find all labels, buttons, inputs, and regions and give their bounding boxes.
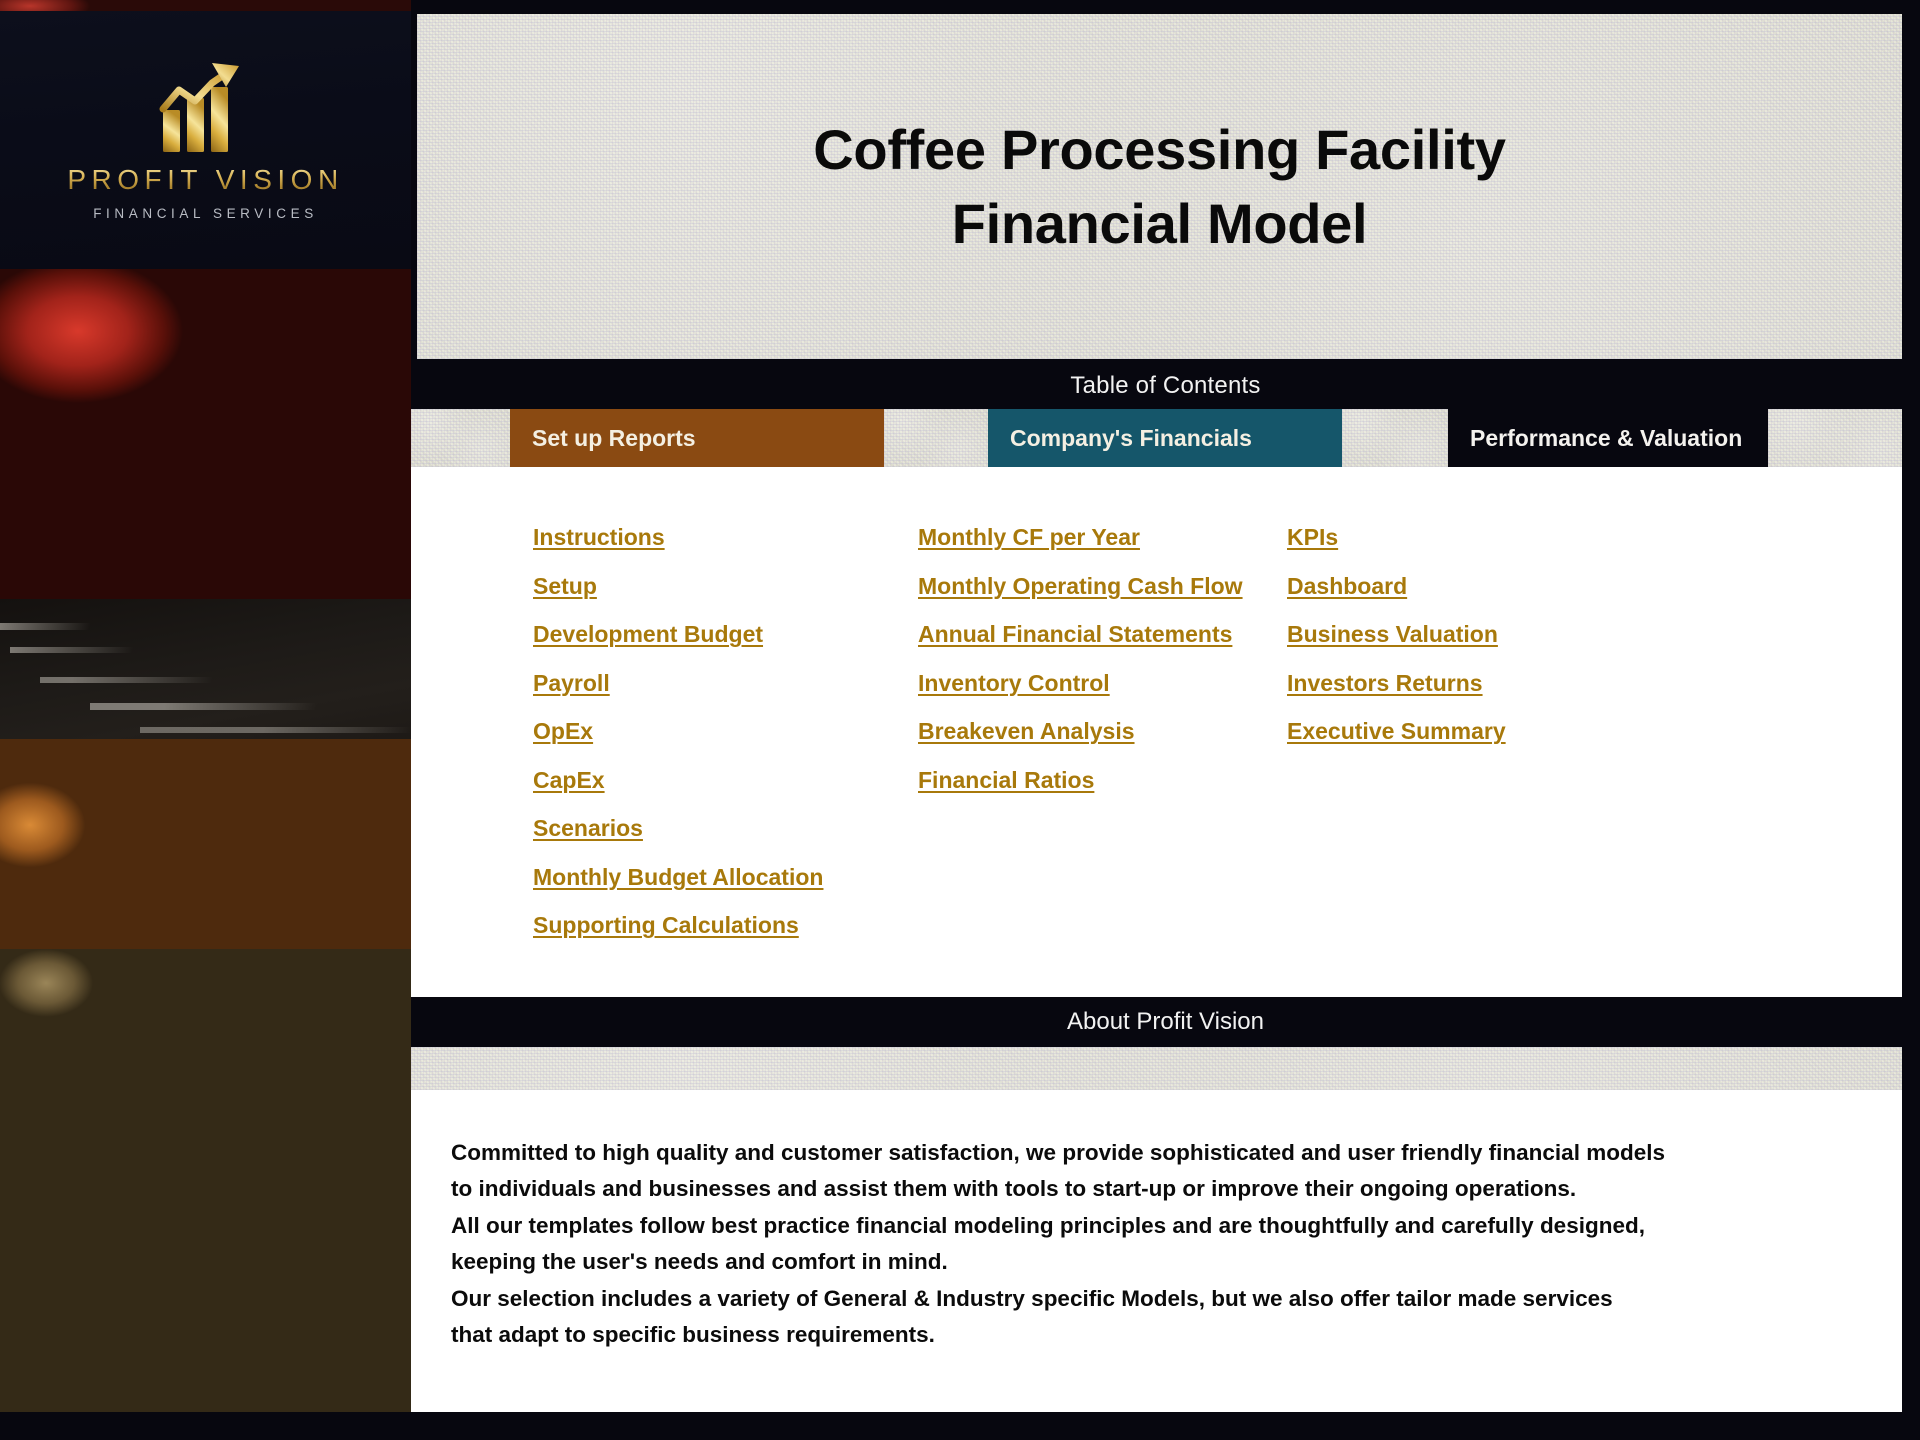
coffee-photo [0, 269, 411, 1412]
link-financial-ratios[interactable]: Financial Ratios [918, 767, 1094, 794]
brand-logo-card: PROFIT VISION FINANCIAL SERVICES [0, 11, 411, 269]
about-texture-strip [411, 1047, 1920, 1090]
link-payroll[interactable]: Payroll [533, 670, 610, 697]
links-column-performance-valuation: KPIs Dashboard Business Valuation Invest… [1287, 524, 1506, 767]
link-supporting-calculations[interactable]: Supporting Calculations [533, 912, 799, 939]
about-line-3: All our templates follow best practice f… [451, 1212, 1645, 1238]
page-title-line-2: Financial Model [951, 191, 1368, 255]
link-inventory-control[interactable]: Inventory Control [918, 670, 1110, 697]
link-setup[interactable]: Setup [533, 573, 597, 600]
link-instructions[interactable]: Instructions [533, 524, 665, 551]
spreadsheet-cover-page: PROFIT VISION FINANCIAL SERVICES Coffee … [0, 0, 1920, 1440]
page-title-line-1: Coffee Processing Facility [813, 117, 1506, 181]
bottom-border [0, 1412, 1920, 1440]
tab-gap-right [1768, 409, 1920, 467]
tab-companys-financials[interactable]: Company's Financials [988, 409, 1342, 467]
link-monthly-cf-per-year[interactable]: Monthly CF per Year [918, 524, 1140, 551]
table-of-contents-links-panel: Instructions Setup Development Budget Pa… [411, 467, 1920, 997]
link-breakeven-analysis[interactable]: Breakeven Analysis [918, 718, 1135, 745]
link-capex[interactable]: CapEx [533, 767, 605, 794]
link-scenarios[interactable]: Scenarios [533, 815, 643, 842]
link-opex[interactable]: OpEx [533, 718, 593, 745]
tab-gap-left [411, 409, 510, 467]
brand-name: PROFIT VISION [67, 163, 344, 195]
link-kpis[interactable]: KPIs [1287, 524, 1338, 551]
brand-tagline: FINANCIAL SERVICES [93, 205, 318, 221]
title-card: Coffee Processing Facility Financial Mod… [417, 14, 1902, 359]
link-monthly-operating-cash-flow[interactable]: Monthly Operating Cash Flow [918, 573, 1243, 600]
about-section-label: About Profit Vision [1066, 1008, 1264, 1035]
brand-photo-panel: PROFIT VISION FINANCIAL SERVICES [0, 0, 411, 1412]
links-column-set-up-reports: Instructions Setup Development Budget Pa… [533, 524, 823, 961]
about-line-2: to individuals and businesses and assist… [451, 1176, 1577, 1202]
about-section-header: About Profit Vision [411, 997, 1920, 1047]
right-border [1902, 0, 1920, 1440]
link-investors-returns[interactable]: Investors Returns [1287, 670, 1483, 697]
about-section-body: Committed to high quality and customer s… [411, 1090, 1920, 1412]
link-monthly-budget-allocation[interactable]: Monthly Budget Allocation [533, 864, 823, 891]
tab-gap-2 [1342, 409, 1448, 467]
link-executive-summary[interactable]: Executive Summary [1287, 718, 1506, 745]
about-line-4: keeping the user's needs and comfort in … [451, 1249, 948, 1275]
tab-performance-valuation[interactable]: Performance & Valuation [1448, 409, 1768, 467]
section-tab-row: Set up Reports Company's Financials Perf… [411, 409, 1920, 467]
cherry-sliver-decoration [0, 0, 411, 11]
tab-set-up-reports[interactable]: Set up Reports [510, 409, 884, 467]
link-annual-financial-statements[interactable]: Annual Financial Statements [918, 621, 1232, 648]
tab-gap-1 [884, 409, 988, 467]
links-column-companys-financials: Monthly CF per Year Monthly Operating Ca… [918, 524, 1243, 815]
about-line-5: Our selection includes a variety of Gene… [451, 1285, 1613, 1311]
link-development-budget[interactable]: Development Budget [533, 621, 763, 648]
link-dashboard[interactable]: Dashboard [1287, 573, 1407, 600]
about-line-1: Committed to high quality and customer s… [451, 1140, 1665, 1165]
dried-beans-layer [0, 949, 411, 1412]
about-line-6: that adapt to specific business requirem… [451, 1322, 935, 1348]
table-of-contents-label: Table of Contents [1070, 372, 1261, 399]
table-of-contents-header: Table of Contents [411, 363, 1920, 409]
growth-bar-chart-arrow-icon [159, 62, 239, 152]
link-business-valuation[interactable]: Business Valuation [1287, 621, 1498, 648]
